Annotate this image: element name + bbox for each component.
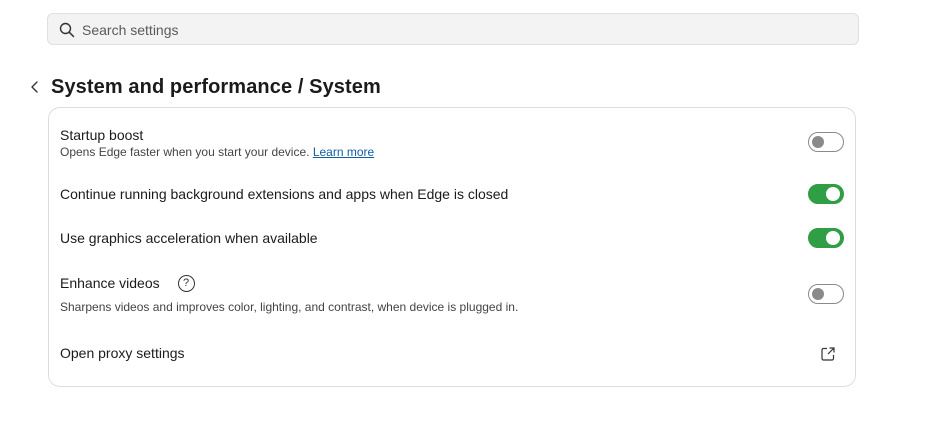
chevron-left-icon <box>31 81 38 93</box>
settings-card: Startup boost Opens Edge faster when you… <box>48 107 856 387</box>
page-header: System and performance / System <box>26 74 381 100</box>
external-link-icon[interactable] <box>820 346 836 362</box>
setting-label: Enhance videos ? <box>60 274 844 293</box>
setting-graphics-acceleration: Use graphics acceleration when available <box>60 228 844 251</box>
startup-boost-toggle[interactable] <box>808 132 844 152</box>
search-icon <box>59 22 75 38</box>
page-title: System and performance / System <box>51 75 381 98</box>
setting-startup-boost: Startup boost Opens Edge faster when you… <box>60 126 844 166</box>
setting-label: Open proxy settings <box>60 345 185 361</box>
toggle-knob <box>812 288 824 300</box>
graphics-acceleration-toggle[interactable] <box>808 228 844 248</box>
learn-more-link[interactable]: Learn more <box>313 145 374 159</box>
background-extensions-toggle[interactable] <box>808 184 844 204</box>
toggle-knob <box>812 136 824 148</box>
search-box[interactable]: Search settings <box>47 13 859 45</box>
setting-label: Continue running background extensions a… <box>60 186 509 202</box>
setting-label: Use graphics acceleration when available <box>60 230 318 246</box>
setting-description: Sharpens videos and improves color, ligh… <box>60 299 519 314</box>
back-button[interactable] <box>26 74 44 100</box>
setting-label: Startup boost <box>60 127 144 143</box>
toggle-knob <box>826 231 840 245</box>
setting-open-proxy[interactable]: Open proxy settings <box>60 344 844 366</box>
question-circle-icon[interactable]: ? <box>177 274 195 292</box>
setting-background-extensions: Continue running background extensions a… <box>60 184 844 207</box>
enhance-videos-toggle[interactable] <box>808 284 844 304</box>
setting-enhance-videos: Enhance videos ? Sharpens videos and imp… <box>60 274 844 318</box>
search-input[interactable]: Search settings <box>82 22 179 38</box>
setting-description: Opens Edge faster when you start your de… <box>60 145 375 159</box>
toggle-knob <box>826 187 840 201</box>
